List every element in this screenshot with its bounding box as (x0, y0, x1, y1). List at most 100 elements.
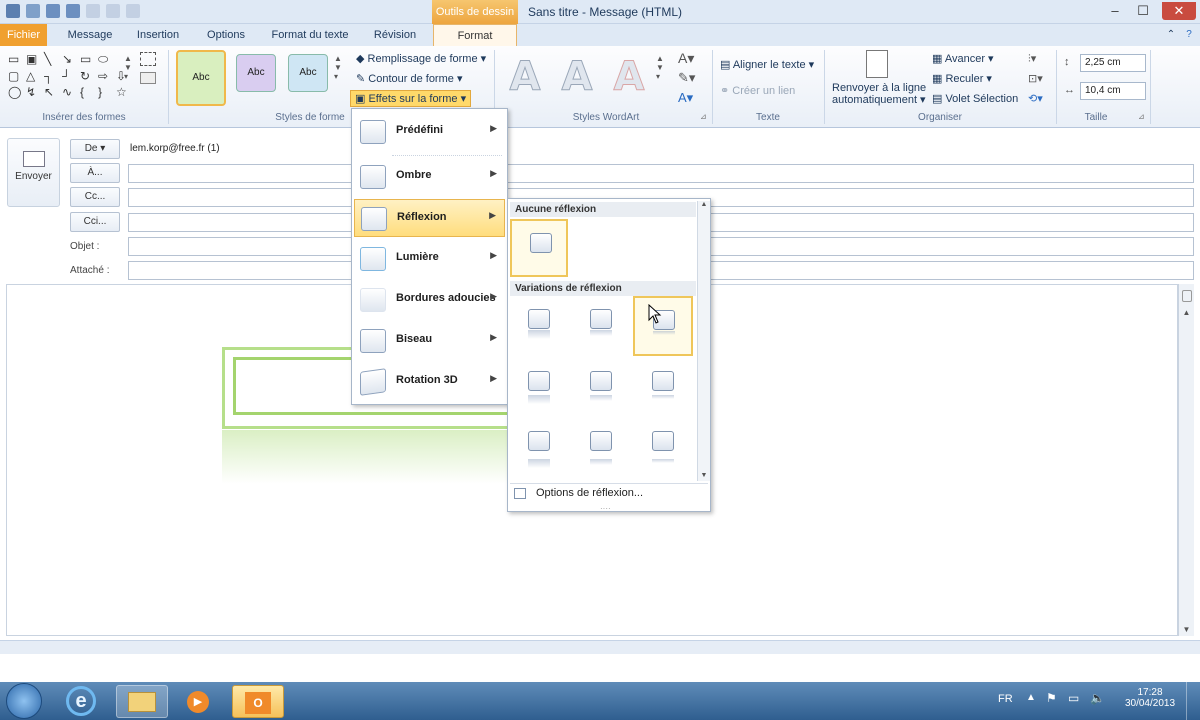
show-hidden-icons-icon[interactable]: ▲ (1026, 692, 1036, 703)
shape-height-input[interactable]: 2,25 cm (1080, 54, 1146, 72)
wordart-dialog-launcher-icon[interactable]: ⊿ (700, 112, 707, 121)
tab-message[interactable]: Message (60, 24, 120, 46)
bcc-button[interactable]: Cci... (70, 212, 120, 232)
reflection-variation[interactable] (510, 297, 568, 355)
outlook-app-icon[interactable] (6, 4, 20, 18)
bring-forward-button[interactable]: ▦ Avancer ▾ (932, 52, 994, 65)
shape-icon[interactable]: ┐ (44, 69, 60, 83)
reflection-variation[interactable] (572, 297, 630, 355)
shape-style-purple[interactable]: Abc (236, 54, 276, 92)
menu-item-shadow[interactable]: Ombre ▶ (354, 158, 505, 196)
action-center-flag-icon[interactable]: ⚑ (1046, 691, 1057, 705)
shape-outline-button[interactable]: ✎ Contour de forme ▾ (356, 72, 462, 85)
shape-icon[interactable]: ╲ (44, 52, 60, 67)
reflection-variation-hovered[interactable] (633, 296, 693, 356)
no-reflection-option[interactable] (510, 219, 568, 277)
scroll-down-icon[interactable]: ▼ (698, 472, 710, 479)
shape-styles-scroll[interactable]: ▲ ▼ ▾ (334, 54, 344, 106)
menu-item-reflection[interactable]: Réflexion ▶ (354, 199, 505, 237)
menu-item-glow[interactable]: Lumière ▶ (354, 240, 505, 278)
shape-icon[interactable]: ↘ (62, 52, 78, 67)
ruler-toggle-icon[interactable] (1181, 290, 1192, 302)
wordart-style-3[interactable]: A (608, 54, 650, 101)
rotate-icon[interactable]: ⟲▾ (1028, 92, 1043, 105)
reflection-gallery-scrollbar[interactable]: ▲ ▼ (697, 201, 710, 481)
from-button[interactable]: De ▾ (70, 139, 120, 159)
shape-icon[interactable]: ⇨ (98, 69, 114, 83)
reflection-variation[interactable] (510, 419, 568, 477)
redo-icon[interactable] (66, 4, 80, 18)
scroll-down-icon[interactable]: ▼ (1179, 625, 1194, 634)
group-objects-icon[interactable]: ⊡▾ (1028, 72, 1043, 85)
media-player-taskbar-button[interactable]: ▶ (172, 685, 224, 718)
shape-effects-button[interactable]: ▣ Effets sur la forme ▾ (350, 90, 472, 107)
previous-icon[interactable] (86, 4, 100, 18)
minimize-button[interactable]: – (1102, 2, 1128, 20)
size-dialog-launcher-icon[interactable]: ⊿ (1138, 112, 1145, 121)
shape-style-green[interactable]: Abc (176, 50, 226, 106)
reflection-variation[interactable] (510, 359, 568, 417)
tab-insert[interactable]: Insertion (128, 24, 188, 46)
internet-explorer-icon[interactable]: e (66, 686, 96, 716)
resize-grip-icon[interactable]: ···· (600, 504, 611, 513)
reflection-options-item[interactable]: Options de réflexion... (514, 487, 643, 499)
cc-button[interactable]: Cc... (70, 187, 120, 207)
wrap-text-icon[interactable] (866, 50, 888, 78)
taskbar-clock[interactable]: 17:28 30/04/2013 (1122, 687, 1178, 709)
language-indicator[interactable]: FR (998, 693, 1013, 705)
menu-item-soft-edges[interactable]: Bordures adoucies ▶ (354, 281, 505, 319)
reflection-variation[interactable] (572, 359, 630, 417)
shape-icon[interactable]: ▭ (80, 52, 96, 67)
customize-toolbar-icon[interactable] (126, 4, 140, 18)
to-input[interactable] (128, 164, 1194, 183)
tab-file[interactable]: Fichier (0, 24, 47, 46)
shape-icon[interactable]: △ (26, 69, 42, 83)
maximize-button[interactable]: ☐ (1130, 2, 1156, 20)
to-button[interactable]: À... (70, 163, 120, 183)
shape-style-blue[interactable]: Abc (288, 54, 328, 92)
menu-item-3d-rotation[interactable]: Rotation 3D ▶ (354, 363, 505, 401)
volume-icon[interactable]: 🔈 (1090, 691, 1105, 705)
network-icon[interactable]: ▭ (1068, 691, 1079, 705)
shape-gallery[interactable]: ▭ ▣ ╲ ↘ ▭ ⬭ ▢ △ ┐ ┘ ↻ ⇨ ⇩ ◯ ↯ ↖ ∿{} ☆ (8, 52, 132, 99)
reflection-variation[interactable] (634, 359, 692, 417)
send-backward-button[interactable]: ▦ Reculer ▾ (932, 72, 992, 85)
wordart-style-1[interactable]: A (504, 54, 546, 101)
reflection-variation[interactable] (634, 419, 692, 477)
shape-icon[interactable]: ▣ (26, 52, 42, 67)
shape-icon[interactable]: ◯ (8, 85, 24, 99)
outlook-taskbar-button[interactable]: O (232, 685, 284, 718)
start-button[interactable] (6, 683, 42, 719)
scroll-up-icon[interactable]: ▲ (1179, 308, 1194, 317)
wrap-text-button[interactable]: Renvoyer à la ligne automatiquement ▾ (832, 82, 926, 106)
shape-icon[interactable]: } (98, 85, 114, 99)
tab-format[interactable]: Format (433, 24, 517, 46)
shape-icon[interactable]: ⬭ (98, 52, 114, 67)
align-icon[interactable]: ⫶▾ (1028, 52, 1036, 66)
next-icon[interactable] (106, 4, 120, 18)
shape-icon[interactable]: ↻ (80, 69, 96, 83)
text-effects-icon[interactable]: A▾ (678, 90, 693, 106)
collapse-ribbon-icon[interactable]: ⌃ (1164, 24, 1178, 46)
shape-icon[interactable]: ▢ (8, 69, 24, 83)
send-button[interactable]: Envoyer (7, 138, 60, 207)
shape-fill-button[interactable]: ◆ Remplissage de forme ▾ (356, 52, 486, 65)
tab-review[interactable]: Révision (364, 24, 426, 46)
tab-text-format[interactable]: Format du texte (264, 24, 356, 46)
reflection-variation[interactable] (572, 419, 630, 477)
shape-icon[interactable]: { (80, 85, 96, 99)
help-icon[interactable]: ? (1182, 24, 1196, 46)
edit-shape-icon[interactable] (140, 52, 156, 66)
save-icon[interactable] (26, 4, 40, 18)
selection-pane-button[interactable]: ▤ Volet Sélection (932, 92, 1018, 105)
shape-icon[interactable]: ↖ (44, 85, 60, 99)
shape-icon[interactable]: ┘ (62, 69, 78, 83)
text-fill-icon[interactable]: A▾ (678, 50, 694, 67)
body-scrollbar[interactable]: ▲ ▼ (1178, 284, 1194, 636)
undo-icon[interactable] (46, 4, 60, 18)
menu-item-bevel[interactable]: Biseau ▶ (354, 322, 505, 360)
tab-options[interactable]: Options (196, 24, 256, 46)
explorer-taskbar-button[interactable] (116, 685, 168, 718)
show-desktop-button[interactable] (1186, 682, 1200, 720)
text-box-icon[interactable] (140, 72, 156, 84)
